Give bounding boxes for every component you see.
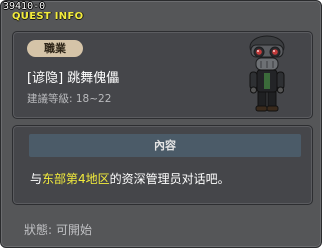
job-badge: 職業 <box>27 40 83 57</box>
job-name: [谚隐] 跳舞傀儡 <box>27 71 120 86</box>
description-suffix: 的资深管理员对话吧。 <box>109 172 230 186</box>
quest-info-title: QUEST INFO <box>12 11 84 22</box>
status-label: 狀態: <box>24 223 53 237</box>
recommended-level: 建議等級: 18~22 <box>27 93 112 105</box>
location-highlight[interactable]: 东部第4地区 <box>42 172 110 186</box>
quest-info-window: 39410-0 QUEST INFO 職業 [谚隐] 跳舞傀儡 建議等級: 18… <box>0 0 322 248</box>
quest-description: 与东部第4地区的资深管理员对话吧。 <box>30 170 230 187</box>
npc-character-sprite <box>249 35 285 112</box>
description-prefix: 与 <box>30 172 43 186</box>
content-section-header: 內容 <box>29 134 301 157</box>
status-value: 可開始 <box>56 223 93 237</box>
quest-status: 狀態: 可開始 <box>24 221 92 238</box>
